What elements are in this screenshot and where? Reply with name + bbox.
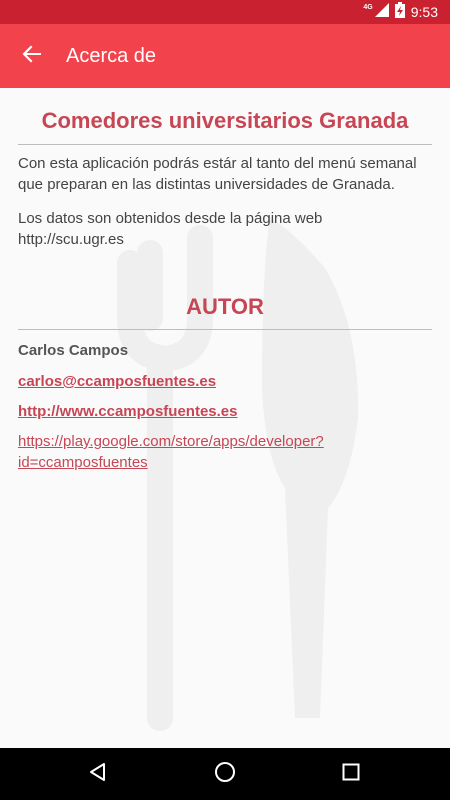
data-source-text: Los datos son obtenidos desde la página … — [18, 210, 323, 248]
back-button[interactable] — [0, 24, 64, 88]
divider — [18, 329, 432, 330]
status-icons: 4G 9:53 — [363, 0, 438, 24]
signal-icon — [374, 2, 389, 22]
play-store-link[interactable]: https://play.google.com/store/apps/devel… — [18, 431, 432, 473]
app-description: Con esta aplicación podrás estár al tant… — [18, 155, 417, 193]
nav-home-button[interactable] — [195, 748, 255, 800]
divider — [18, 144, 432, 145]
back-triangle-icon — [88, 762, 108, 787]
arrow-back-icon — [22, 44, 42, 69]
nav-recents-button[interactable] — [321, 748, 381, 800]
author-email-link[interactable]: carlos@ccamposfuentes.es — [18, 371, 216, 392]
status-time: 9:53 — [410, 4, 438, 20]
author-website-link[interactable]: http://www.ccamposfuentes.es — [18, 401, 238, 422]
app-bar: Acerca de — [0, 24, 450, 88]
home-circle-icon — [214, 761, 236, 788]
status-bar: 4G 9:53 — [0, 0, 450, 24]
author-name: Carlos Campos — [18, 342, 129, 359]
network-type-label: 4G — [363, 3, 373, 11]
about-content: Comedores universitarios Granada Con est… — [0, 88, 450, 748]
nav-back-button[interactable] — [68, 748, 128, 800]
recents-square-icon — [342, 763, 360, 786]
navigation-bar — [0, 748, 450, 800]
battery-charging-icon — [394, 1, 405, 23]
app-name-heading: Comedores universitarios Granada — [41, 108, 409, 133]
author-heading: AUTOR — [186, 294, 264, 319]
page-title: Acerca de — [66, 44, 157, 67]
